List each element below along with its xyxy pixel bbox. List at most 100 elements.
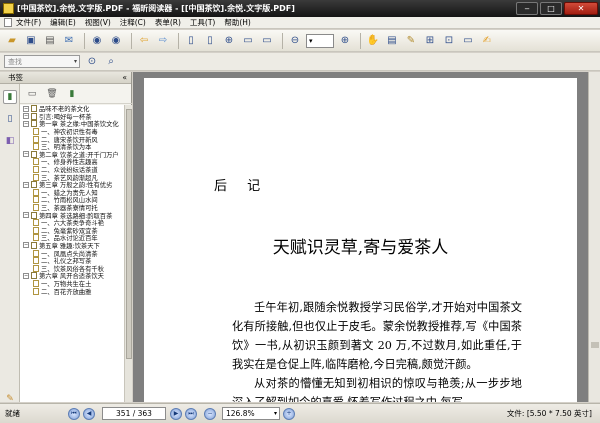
first-page-icon[interactable]: ◉ — [89, 33, 105, 49]
single-page-icon[interactable]: ▯ — [183, 33, 199, 49]
bookmark-item[interactable]: 二、兔毫紫砂双宜茶 — [20, 226, 124, 234]
delete-bookmark-icon[interactable]: 🗑 — [46, 88, 58, 100]
bookmark-item[interactable]: 三、明清茶饮为本 — [20, 143, 124, 151]
close-button[interactable]: ✕ — [564, 2, 598, 15]
zoom-in-icon[interactable]: ⊕ — [221, 33, 237, 49]
bookmark-item[interactable]: 一、神农初识性有毒 — [20, 128, 124, 135]
bookmark-label: 第四章 茶选路细:酌取百茶 — [39, 212, 113, 219]
find-icon[interactable]: ⌕ — [103, 54, 119, 70]
bookmark-item[interactable]: 三、茶艺风韵渐超凡 — [20, 173, 124, 181]
bookmark-page-icon — [33, 173, 39, 181]
first-page-button[interactable]: ⏮ — [68, 407, 80, 420]
link-icon[interactable]: ⊡ — [441, 33, 457, 49]
note-icon[interactable]: ✍ — [479, 33, 495, 49]
bookmark-page-icon — [33, 158, 39, 166]
scrollbar-thumb[interactable] — [591, 342, 599, 348]
search-input[interactable]: 查找 ▾ — [4, 55, 80, 68]
menu-comment[interactable]: 注释(C) — [120, 17, 146, 28]
expand-toggle-icon[interactable]: − — [23, 272, 29, 279]
bookmark-item[interactable]: 二、唐宋茶饮开新风 — [20, 135, 124, 143]
zoom-plus-icon[interactable]: ⊕ — [337, 33, 353, 49]
pages-tab-icon[interactable]: ▯ — [3, 112, 17, 126]
bookmark-item[interactable]: − 第三章 万般之韵:性有优劣 — [20, 181, 124, 189]
fit-width-icon[interactable]: ▭ — [259, 33, 275, 49]
bookmark-item[interactable]: − 第六章 风开合适茶饮天 — [20, 272, 124, 280]
bookmark-label: 二、百花齐放曲雅 — [41, 288, 92, 295]
bookmark-item[interactable]: 一、万物共生在土 — [20, 279, 124, 287]
select-text-icon[interactable]: ▤ — [384, 33, 400, 49]
zoom-in-button[interactable]: + — [283, 407, 295, 420]
previous-page-button[interactable]: ◀ — [83, 407, 95, 420]
menu-file[interactable]: 文件(F) — [16, 17, 41, 28]
snapshot-icon[interactable]: ✎ — [403, 33, 419, 49]
expand-toggle-icon[interactable]: − — [23, 151, 29, 158]
bookmark-item[interactable]: 一、蜡之为贵先人知 — [20, 188, 124, 196]
next-page-button[interactable]: ▶ — [170, 407, 182, 420]
zoom-dropdown[interactable]: ▾ — [306, 33, 334, 48]
bookmark-item[interactable]: − 第五章 雅趣:饮茶天下 — [20, 241, 124, 250]
menu-form[interactable]: 表单(R) — [155, 17, 181, 28]
bookmark-page-icon — [33, 226, 39, 234]
last-page-button[interactable]: ⏭ — [185, 407, 197, 420]
prev-page-icon[interactable]: ◉ — [108, 33, 124, 49]
zoom-out-button[interactable]: − — [204, 407, 216, 420]
bookmark-item[interactable]: 三、茶器茶寮情可托 — [20, 204, 124, 212]
fit-page-icon[interactable]: ▭ — [240, 33, 256, 49]
minimize-button[interactable]: ‒ — [516, 2, 538, 15]
scrollbar-thumb[interactable] — [126, 109, 132, 359]
expand-toggle-icon[interactable]: − — [23, 113, 29, 120]
expand-toggle-icon[interactable]: − — [23, 242, 29, 249]
comment-icon[interactable]: ⊞ — [422, 33, 438, 49]
bookmark-item[interactable]: 二、礼仪之邦写茶 — [20, 257, 124, 265]
zoom-out-icon[interactable]: ⊖ — [287, 33, 303, 49]
bookmark-scrollbar[interactable] — [124, 105, 132, 402]
expand-bookmark-icon[interactable]: ▭ — [26, 88, 38, 100]
layers-tab-icon[interactable]: ◧ — [3, 134, 17, 148]
bookmark-item[interactable]: − 第一章 茶之缘:中国茶饮文化 — [20, 120, 124, 128]
bookmark-item[interactable]: 三、饮茶风俗各有千秋 — [20, 264, 124, 272]
chevron-down-icon: ▾ — [273, 410, 277, 417]
menu-tools[interactable]: 工具(T) — [190, 17, 215, 28]
bookmarks-tab-icon[interactable]: ▮ — [3, 90, 17, 104]
bookmark-item[interactable]: − 第四章 茶选路细:酌取百茶 — [20, 211, 124, 219]
bookmark-item[interactable]: − 第二章 饮茶之道:开千门万户 — [20, 150, 124, 158]
bookmark-item[interactable]: 三、品水讨论近百年 — [20, 234, 124, 242]
bookmark-item[interactable]: 二、百花齐放曲雅 — [20, 287, 124, 295]
menu-help[interactable]: 帮助(H) — [224, 17, 251, 28]
bookmark-item[interactable]: 一、修身养性志趣高 — [20, 158, 124, 166]
email-icon[interactable]: ✉ — [61, 33, 77, 49]
bookmark-label: 三、茶器茶寮情可托 — [41, 205, 98, 212]
collapse-panel-icon[interactable]: « — [122, 73, 127, 82]
open-icon[interactable]: ▰ — [4, 33, 20, 49]
search-options-icon[interactable]: ⊙ — [84, 54, 100, 70]
menu-edit[interactable]: 编辑(E) — [50, 17, 76, 28]
expand-toggle-icon[interactable]: − — [23, 120, 29, 127]
expand-toggle-icon[interactable]: − — [23, 212, 29, 219]
facing-icon[interactable]: ▯ — [202, 33, 218, 49]
expand-toggle-icon[interactable]: − — [23, 181, 29, 188]
bookmark-item[interactable]: − 引言:喝好每一杯茶 — [20, 112, 124, 120]
bookmark-item[interactable]: − 品味不老的茶文化 — [20, 105, 124, 113]
document-view[interactable]: 后 记 天赋识灵草,寄与爱茶人 壬午年初,跟随余悦教授学习民俗学,才开始对中国茶… — [133, 72, 600, 402]
page-number-field[interactable]: 351 / 363 — [102, 407, 166, 420]
add-bookmark-icon[interactable]: ▮ — [66, 88, 78, 100]
maximize-button[interactable]: □ — [540, 2, 562, 15]
back-icon[interactable]: ⇦ — [136, 33, 152, 49]
bookmark-item[interactable]: 一、凤凰点头尚清茶 — [20, 249, 124, 257]
menu-view[interactable]: 视图(V) — [85, 17, 111, 28]
bookmark-item[interactable]: 二、众说纷纭话茶道 — [20, 166, 124, 173]
hand-tool-icon[interactable]: ✋ — [365, 33, 381, 49]
zoom-field[interactable]: 126.8% ▾ — [222, 407, 280, 420]
save-icon[interactable]: ▣ — [23, 33, 39, 49]
bookmark-label: 第五章 雅趣:饮茶天下 — [39, 242, 100, 250]
bookmark-page-icon — [33, 257, 39, 265]
bookmark-label: 一、六大茶类争奇斗艳 — [41, 220, 104, 227]
bookmark-page-icon — [31, 120, 37, 128]
forward-icon[interactable]: ⇨ — [155, 33, 171, 49]
expand-toggle-icon[interactable]: − — [23, 105, 29, 112]
print-icon[interactable]: ▤ — [42, 33, 58, 49]
bookmark-item[interactable]: 二、竹雨松风山水间 — [20, 196, 124, 204]
bookmark-item[interactable]: 一、六大茶类争奇斗艳 — [20, 219, 124, 227]
document-scrollbar[interactable] — [588, 72, 600, 402]
typewriter-icon[interactable]: ▭ — [460, 33, 476, 49]
